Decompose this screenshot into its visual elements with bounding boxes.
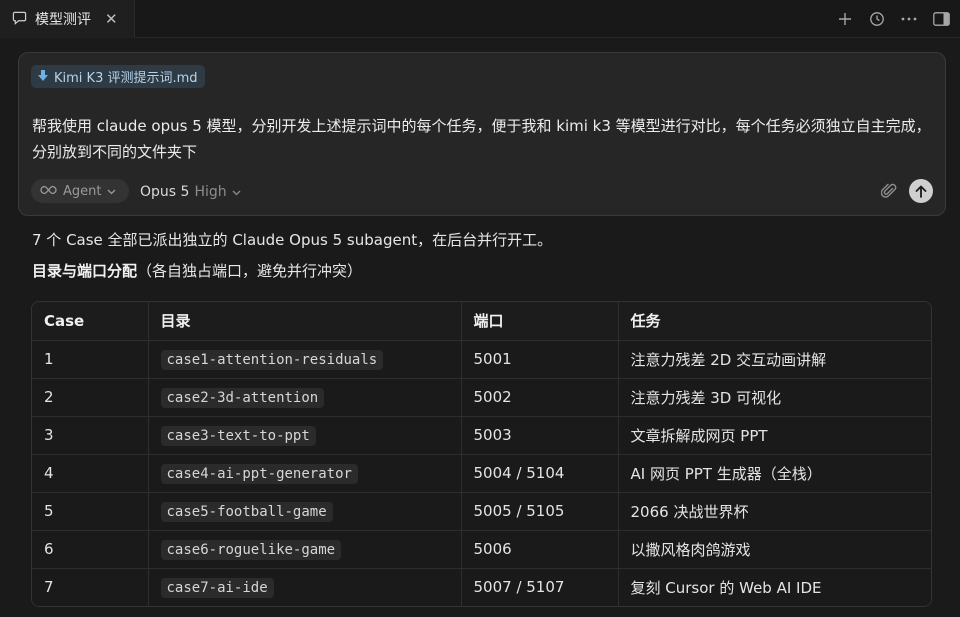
case-cell: 5	[32, 492, 149, 531]
panel-toggle-icon[interactable]	[932, 10, 950, 28]
port-cell: 5001	[461, 340, 619, 379]
task-cell: 2066 决战世界杯	[618, 492, 931, 531]
section-heading-strong: 目录与端口分配	[32, 262, 138, 280]
case-cell: 3	[32, 416, 149, 455]
send-button[interactable]	[909, 179, 933, 203]
prompt-text[interactable]: 帮我使用 claude opus 5 模型，分别开发上述提示词中的每个任务，便于…	[32, 113, 932, 165]
table-row: 1 case1-attention-residuals 5001 注意力残差 2…	[32, 340, 931, 379]
attachment-chip[interactable]: Kimi K3 评测提示词.md	[31, 65, 205, 88]
case-cell: 2	[32, 378, 149, 417]
dir-code: case6-roguelike-game	[160, 540, 342, 560]
dir-cell: case1-attention-residuals	[148, 340, 462, 379]
port-cell: 5007 / 5107	[461, 568, 619, 606]
chat-bubble-icon	[12, 10, 27, 29]
port-cell: 5003	[461, 416, 619, 455]
dir-cell: case6-roguelike-game	[148, 530, 462, 569]
dir-cell: case2-3d-attention	[148, 378, 462, 417]
case-cell: 4	[32, 454, 149, 493]
close-icon[interactable]: ✕	[105, 11, 118, 27]
dir-code: case7-ai-ide	[160, 578, 274, 599]
case-cell: 1	[32, 340, 149, 379]
task-cell: 复刻 Cursor 的 Web AI IDE	[618, 568, 931, 606]
attachment-label: Kimi K3 评测提示词.md	[54, 71, 198, 86]
tab-title: 模型测评	[35, 12, 91, 28]
task-cell: AI 网页 PPT 生成器（全栈）	[618, 454, 931, 493]
port-cell: 5006	[461, 530, 619, 569]
case-cell: 6	[32, 530, 149, 569]
dir-code: case5-football-game	[160, 502, 333, 522]
dir-cell: case7-ai-ide	[148, 568, 462, 606]
port-cell: 5002	[461, 378, 619, 417]
composer: Kimi K3 评测提示词.md 帮我使用 claude opus 5 模型，分…	[18, 52, 946, 216]
task-cell: 注意力残差 2D 交互动画讲解	[618, 340, 931, 379]
download-arrow-icon	[37, 67, 49, 86]
column-header-port: 端口	[461, 302, 619, 341]
response-summary: 7 个 Case 全部已派出独立的 Claude Opus 5 subagent…	[32, 231, 553, 249]
task-cell: 文章拆解成网页 PPT	[618, 416, 931, 455]
table-row: 4 case4-ai-ppt-generator 5004 / 5104 AI …	[32, 454, 931, 493]
tab-bar: 模型测评 ✕	[0, 0, 960, 38]
mode-select[interactable]: Agent	[31, 179, 129, 203]
port-cell: 5005 / 5105	[461, 492, 619, 531]
dir-code: case3-text-to-ppt	[160, 426, 316, 446]
table-row: 5 case5-football-game 5005 / 5105 2066 决…	[32, 492, 931, 531]
dir-code: case2-3d-attention	[160, 388, 325, 408]
plus-icon[interactable]	[836, 10, 854, 28]
infinity-icon	[40, 184, 57, 199]
table-row: 6 case6-roguelike-game 5006 以撒风格肉鸽游戏	[32, 530, 931, 569]
column-header-dir: 目录	[148, 302, 462, 341]
arrow-up-icon	[915, 185, 927, 198]
dir-code: case4-ai-ppt-generator	[160, 464, 358, 484]
dir-cell: case5-football-game	[148, 492, 462, 531]
composer-controls: Agent Opus 5 High	[31, 179, 933, 205]
dir-cell: case4-ai-ppt-generator	[148, 454, 462, 493]
chevron-down-icon	[107, 184, 116, 199]
column-header-task: 任务	[618, 302, 931, 341]
task-cell: 以撒风格肉鸽游戏	[618, 530, 931, 569]
tab-model-eval[interactable]: 模型测评 ✕	[0, 0, 135, 38]
dir-cell: case3-text-to-ppt	[148, 416, 462, 455]
table-row: 3 case3-text-to-ppt 5003 文章拆解成网页 PPT	[32, 416, 931, 455]
task-cell: 注意力残差 3D 可视化	[618, 378, 931, 417]
table-header-row: Case 目录 端口 任务	[32, 302, 931, 341]
model-effort: High	[194, 184, 227, 200]
model-name: Opus 5	[140, 184, 190, 200]
port-cell: 5004 / 5104	[461, 454, 619, 493]
table-row: 2 case2-3d-attention 5002 注意力残差 3D 可视化	[32, 378, 931, 417]
column-header-case: Case	[32, 302, 149, 341]
history-icon[interactable]	[868, 10, 886, 28]
model-select[interactable]: Opus 5 High	[140, 181, 241, 203]
section-heading-note: （各自独占端口，避免并行冲突）	[137, 262, 363, 280]
mode-label: Agent	[63, 183, 102, 199]
case-cell: 7	[32, 568, 149, 606]
case-table: Case 目录 端口 任务 1 case1-attention-residual…	[31, 301, 932, 607]
dir-code: case1-attention-residuals	[160, 350, 384, 370]
chevron-down-icon	[232, 184, 241, 200]
paperclip-icon[interactable]	[880, 182, 897, 204]
section-heading: 目录与端口分配（各自独占端口，避免并行冲突）	[32, 260, 362, 282]
tab-actions	[836, 0, 950, 38]
more-icon[interactable]	[900, 10, 918, 28]
table-row: 7 case7-ai-ide 5007 / 5107 复刻 Cursor 的 W…	[32, 568, 931, 606]
